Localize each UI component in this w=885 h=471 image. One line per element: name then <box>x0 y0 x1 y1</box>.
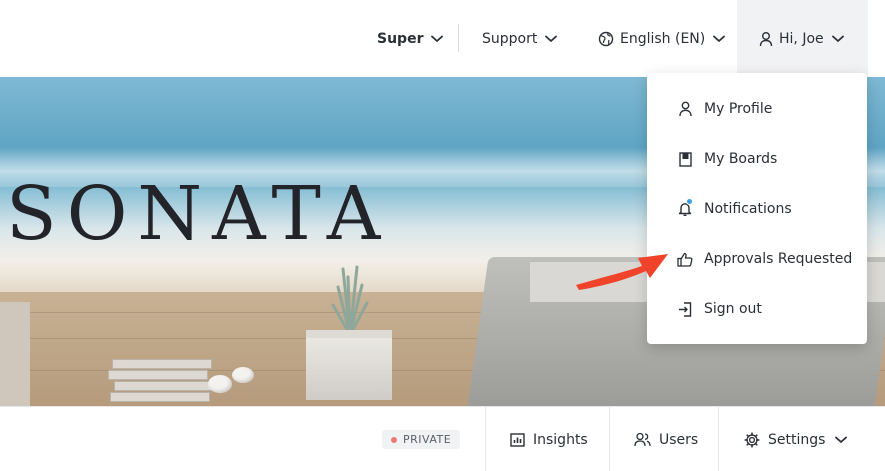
insights-label: Insights <box>533 431 588 448</box>
user-greeting: Hi, Joe <box>779 30 824 47</box>
settings-menu[interactable]: Settings <box>744 407 848 471</box>
plant-pot-image <box>306 330 392 400</box>
settings-label: Settings <box>768 431 826 448</box>
user-dropdown-menu: My Profile My Boards Notifications Appro… <box>647 73 867 344</box>
menu-item-sign-out[interactable]: Sign out <box>647 284 867 334</box>
chevron-down-icon <box>835 436 848 444</box>
users-label: Users <box>659 431 699 448</box>
top-header: Super Support English (EN) Hi, Joe <box>0 0 885 77</box>
chevron-down-icon <box>713 35 726 43</box>
insights-button[interactable]: Insights <box>510 407 588 471</box>
menu-item-label: My Profile <box>704 101 773 117</box>
annotation-arrow-icon <box>576 254 668 290</box>
gear-icon <box>744 431 760 448</box>
privacy-badge: PRIVATE <box>382 430 461 449</box>
workspace-label: Super <box>377 30 424 47</box>
person-icon <box>759 31 773 47</box>
stone-image <box>208 375 232 393</box>
bell-icon <box>676 198 694 217</box>
users-icon <box>634 432 651 447</box>
board-icon <box>676 151 694 167</box>
language-label: English (EN) <box>620 30 706 47</box>
globe-icon <box>598 31 614 47</box>
language-menu[interactable]: English (EN) <box>598 0 726 77</box>
support-label: Support <box>482 30 538 47</box>
notification-dot <box>686 198 693 205</box>
board-toolbar: PRIVATE Insights Users Settings <box>0 406 885 471</box>
toolbar-divider <box>485 407 486 471</box>
user-menu-button[interactable]: Hi, Joe <box>737 0 868 77</box>
menu-item-label: Notifications <box>704 201 792 217</box>
privacy-label: PRIVATE <box>403 433 452 446</box>
menu-item-my-boards[interactable]: My Boards <box>647 134 867 184</box>
toolbar-divider <box>609 407 610 471</box>
stone-image <box>232 367 254 383</box>
bar-chart-icon <box>510 432 525 447</box>
books-image <box>108 359 214 405</box>
left-chair-image <box>0 302 30 406</box>
plant-image <box>331 265 369 337</box>
header-divider <box>458 24 459 52</box>
chevron-down-icon <box>831 35 844 43</box>
workspace-menu[interactable]: Super <box>377 0 444 77</box>
menu-item-label: Sign out <box>704 301 762 317</box>
chevron-down-icon <box>431 35 444 43</box>
status-dot <box>391 436 397 443</box>
chevron-down-icon <box>545 35 558 43</box>
menu-item-label: My Boards <box>704 151 778 167</box>
menu-item-label: Approvals Requested <box>704 251 853 267</box>
toolbar-divider <box>718 407 719 471</box>
person-icon <box>676 101 694 117</box>
support-menu[interactable]: Support <box>482 0 558 77</box>
users-button[interactable]: Users <box>634 407 698 471</box>
menu-item-notifications[interactable]: Notifications <box>647 184 867 234</box>
menu-item-my-profile[interactable]: My Profile <box>647 84 867 134</box>
sign-out-icon <box>676 301 694 317</box>
hero-title: SONATA <box>6 171 391 257</box>
menu-item-approvals-requested[interactable]: Approvals Requested <box>647 234 867 284</box>
